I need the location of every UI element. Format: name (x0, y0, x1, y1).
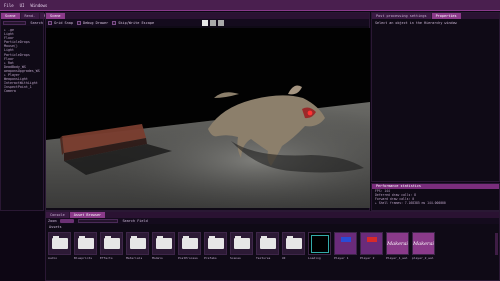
folder-shape (285, 236, 302, 249)
folder-icon[interactable] (256, 232, 279, 255)
hierarchy-search: Search (1, 19, 43, 26)
performance-stats: FPS: 144 Deferred draw calls: 8 Forward dr… (372, 189, 499, 207)
tab-scene[interactable]: Scene (1, 13, 20, 19)
logo-text: Makerai (386, 240, 409, 247)
folder-shape (207, 236, 224, 249)
asset-thumbnail[interactable]: Makerai (412, 232, 435, 255)
folder-icon[interactable] (48, 232, 71, 255)
tab-properties[interactable]: Properties (431, 13, 461, 19)
asset-label: Textures (256, 256, 271, 260)
folder-shape (51, 236, 68, 249)
grid-snap-toggle[interactable]: Grid Snap (48, 20, 73, 25)
scene-render (46, 28, 370, 208)
asset-label: Audio (48, 256, 58, 260)
folder-shape (155, 236, 172, 249)
folder-shape (233, 236, 250, 249)
folder-icon[interactable] (204, 232, 227, 255)
logo-text: Makerai (412, 240, 435, 247)
folder-shape (103, 236, 120, 249)
asset-label: UI (282, 256, 286, 260)
asset-label: Effects (100, 256, 113, 260)
folder-shape (259, 236, 276, 249)
folder-shape (181, 236, 198, 249)
properties-panel: Post processing settings Properties Sele… (371, 12, 500, 182)
asset-search-label: Search Field (122, 219, 148, 223)
menu-ui[interactable]: UI (20, 3, 25, 8)
debug-draw-checkbox[interactable] (76, 20, 81, 25)
search-label: Search (30, 20, 43, 25)
folder-icon[interactable] (178, 232, 201, 255)
folder-shape (129, 236, 146, 249)
asset-label: Scenes (230, 256, 241, 260)
asset-label: player_2_wal (412, 256, 434, 260)
tree-item[interactable]: Camera (4, 89, 40, 93)
asset-label: Player 1 (334, 256, 349, 260)
pause-icon[interactable] (210, 19, 217, 26)
asset-breadcrumb: Assets (49, 225, 62, 229)
asset-label: Models (152, 256, 163, 260)
asset-thumbnail[interactable] (334, 232, 357, 255)
zoom-slider[interactable] (60, 219, 75, 223)
search-input[interactable] (3, 20, 27, 25)
loading-frame (310, 234, 329, 253)
folder-icon[interactable] (126, 232, 149, 255)
wireframe-toggle[interactable]: Skip/Write Escape (112, 20, 155, 25)
asset-thumbnail[interactable]: Makerai (386, 232, 409, 255)
folder-icon[interactable] (152, 232, 175, 255)
tab-console[interactable]: Console (46, 212, 69, 218)
player-logo (340, 236, 351, 242)
hierarchy-tabs: Scene Rend. Mat. (1, 13, 57, 19)
debug-draw-label: Debug Drawer (82, 20, 109, 25)
folder-icon[interactable] (74, 232, 97, 255)
hierarchy-panel: Scene Rend. Mat. Search ▸ .ge Light Floo… (0, 12, 57, 211)
asset-label: Loading (308, 256, 321, 260)
asset-label: Blueprints (74, 256, 93, 260)
scene-toolbar: Grid Snap Debug Drawer Skip/Write Escape (46, 19, 369, 26)
performance-line: ▸ Shell frames: 7.168385 ms 144.000000 (375, 200, 446, 205)
playback-controls (202, 19, 225, 26)
folder-icon[interactable] (100, 232, 123, 255)
asset-label: PostProcess (178, 256, 198, 260)
menu-file[interactable]: File (4, 3, 14, 8)
asset-label: Player_1_wal (386, 256, 408, 260)
properties-placeholder: Select an object in the Hierarchy window (375, 21, 457, 25)
hierarchy-tree: ▸ .ge Light Floor ParticleDrops Mouse() … (1, 26, 43, 96)
grid-snap-checkbox[interactable] (48, 20, 52, 25)
tab-scene-view[interactable]: Scene (46, 13, 65, 19)
menu-bar: File UI Windows (0, 0, 500, 11)
player-logo (366, 236, 377, 242)
zoom-label: Zoom (48, 219, 57, 223)
performance-panel: Performance statistics FPS: 144 Deferred … (371, 183, 500, 211)
tab-rend[interactable]: Rend. (20, 13, 40, 19)
grid-snap-label: Grid Snap (54, 20, 73, 25)
asset-toolbar: Zoom Search Field (46, 218, 499, 224)
asset-scrollbar[interactable] (495, 233, 498, 255)
tab-asset-browser[interactable]: Asset Browser (69, 212, 106, 218)
folder-icon[interactable] (230, 232, 253, 255)
asset-thumbnail[interactable] (360, 232, 383, 255)
asset-search-input[interactable] (78, 219, 119, 223)
asset-label: Materials (126, 256, 143, 260)
wireframe-label: Skip/Write Escape (118, 20, 155, 25)
wireframe-checkbox[interactable] (112, 20, 117, 25)
tab-post-processing[interactable]: Post processing settings (372, 13, 431, 19)
folder-shape (77, 236, 94, 249)
step-icon[interactable] (218, 19, 225, 26)
debug-draw-toggle[interactable]: Debug Drawer (76, 20, 109, 25)
asset-thumbnail[interactable] (308, 232, 331, 255)
play-icon[interactable] (202, 19, 209, 26)
folder-icon[interactable] (282, 232, 305, 255)
scene-viewport[interactable] (46, 28, 370, 208)
menu-windows[interactable]: Windows (30, 3, 47, 8)
asset-label: Prefabs (204, 256, 217, 260)
asset-label: Player 2 (360, 256, 375, 260)
